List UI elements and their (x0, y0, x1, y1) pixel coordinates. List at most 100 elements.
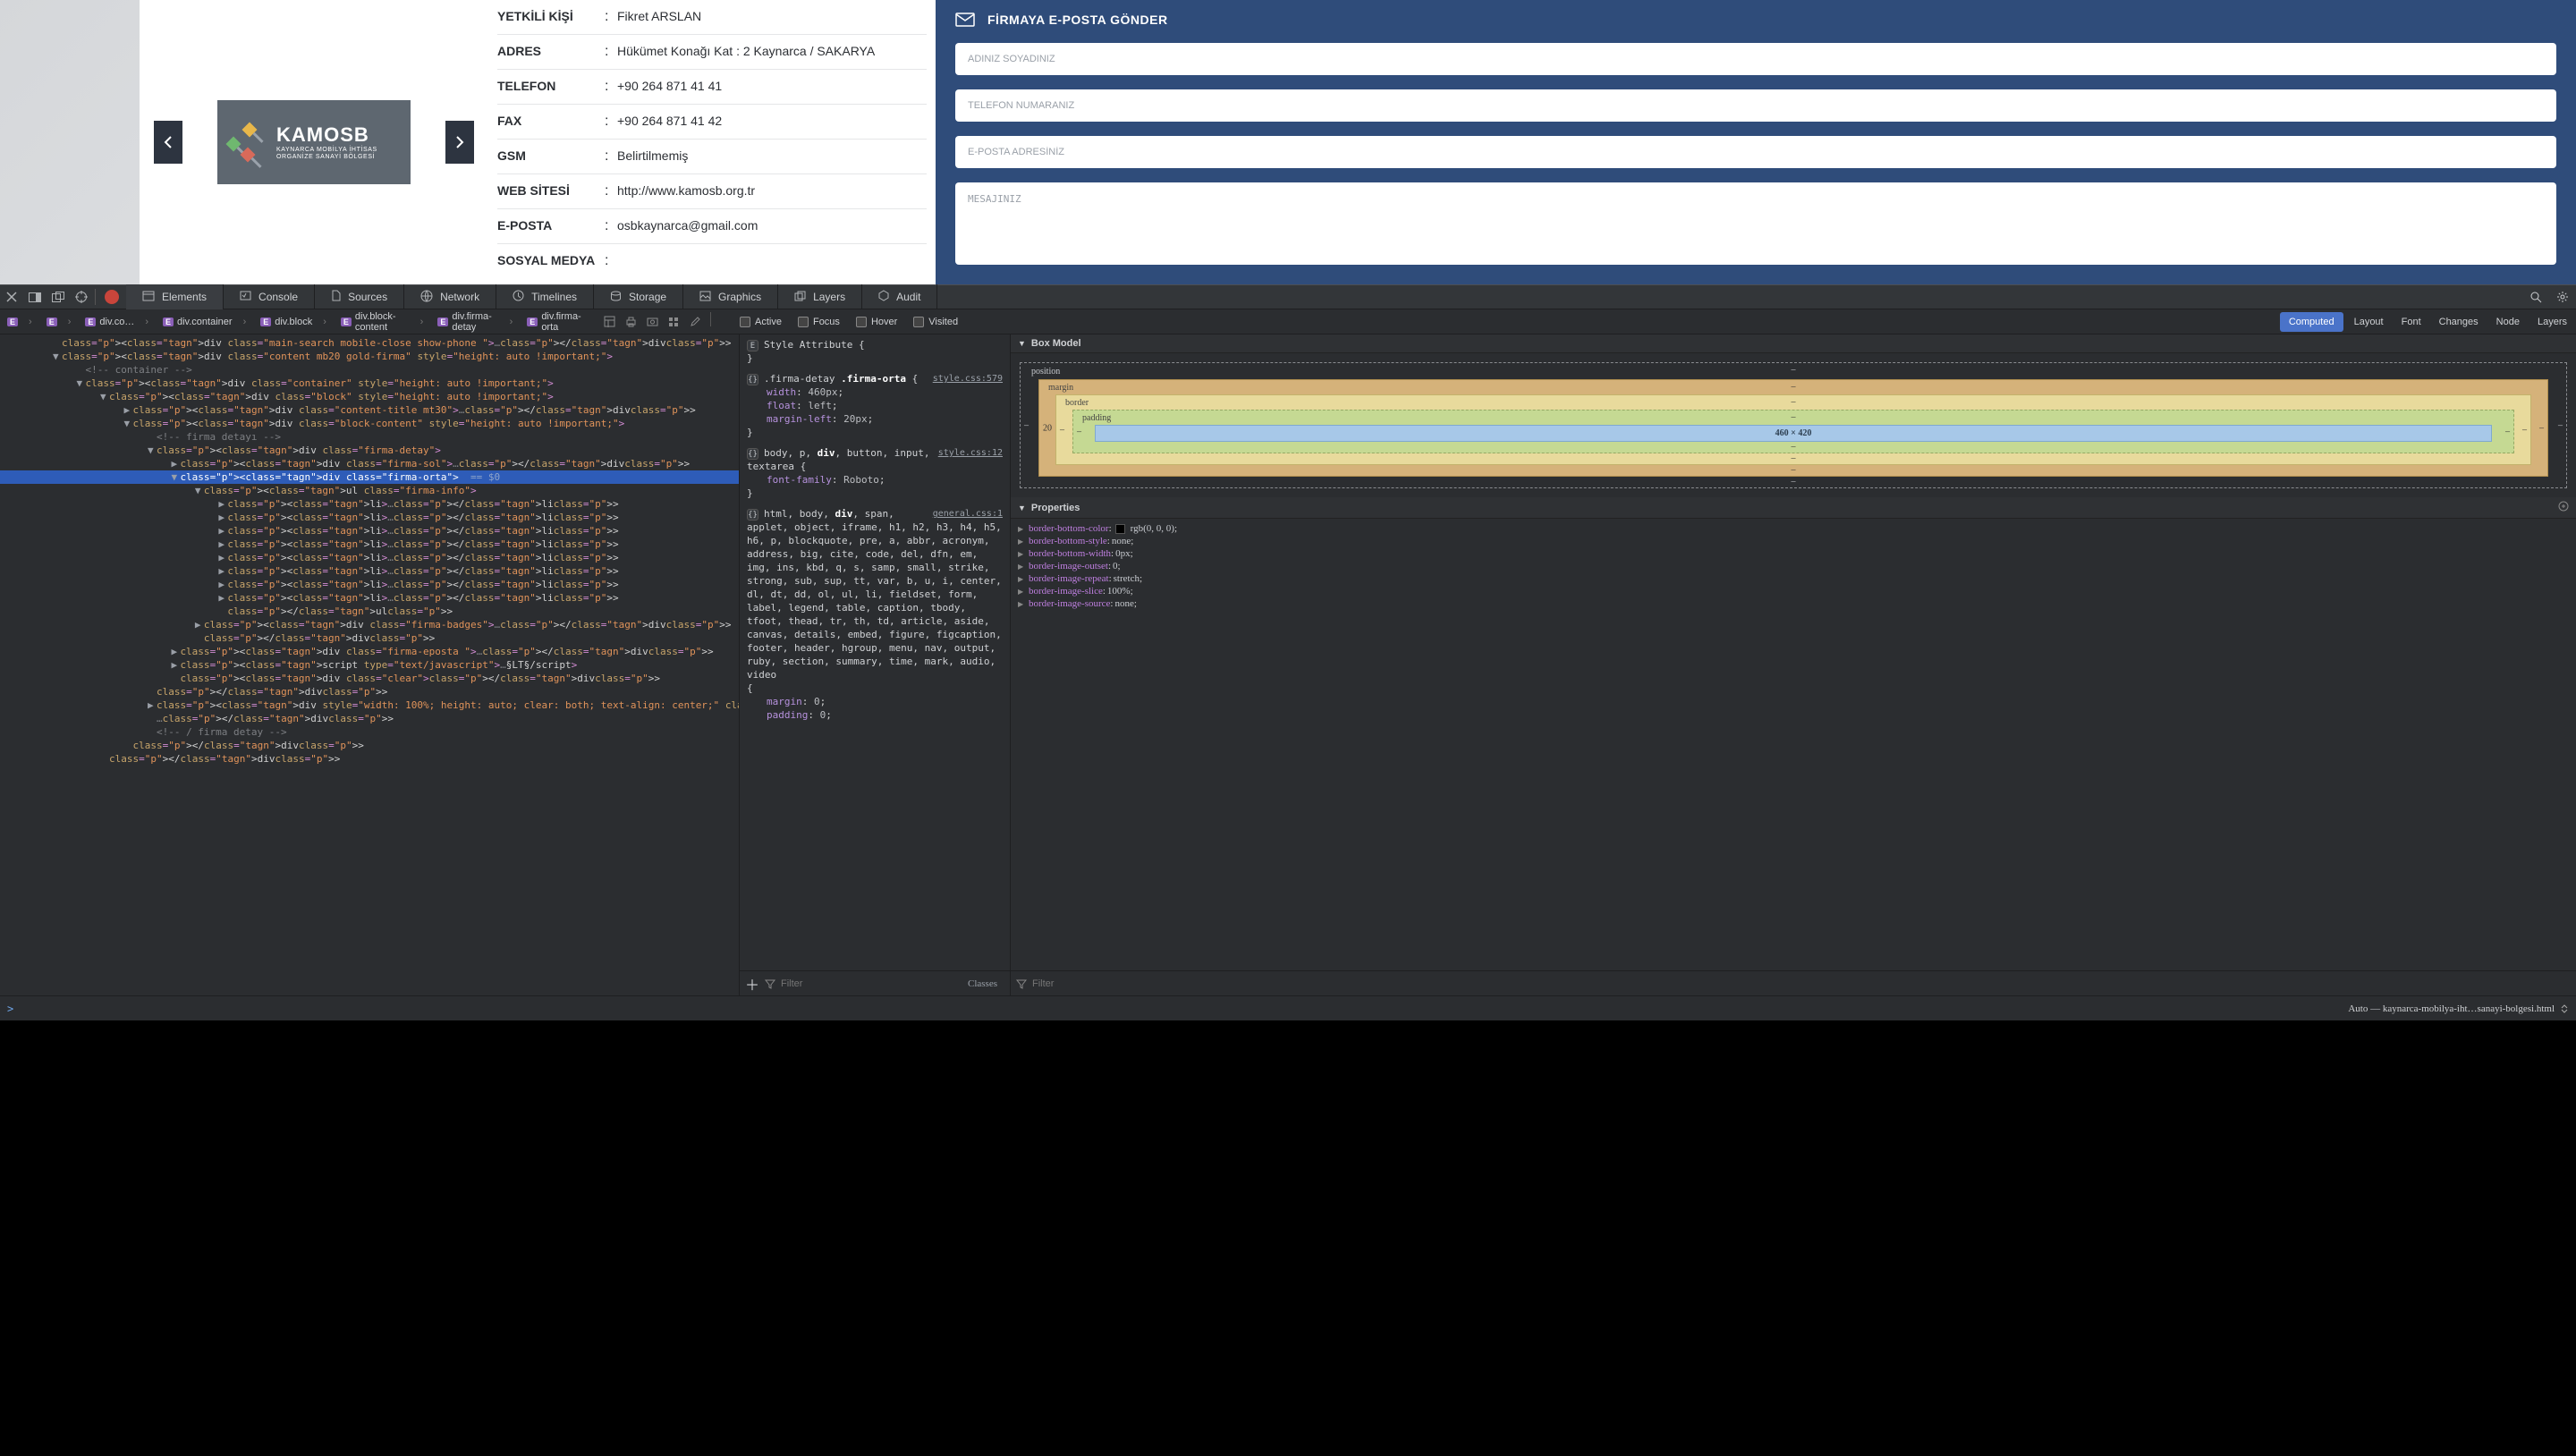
dom-node[interactable]: class="p"></class="tagn">divclass="p">> (0, 631, 739, 645)
breadcrumb-item[interactable]: Ediv.block-content (334, 309, 430, 334)
message-field[interactable] (955, 182, 2556, 265)
breadcrumb-item[interactable]: Ediv.firma-orta (520, 309, 592, 334)
styles-tab-layers[interactable]: Layers (2529, 309, 2576, 334)
dom-node[interactable]: ▶class="p"><class="tagn">li>…class="p"><… (0, 524, 739, 538)
new-rule-button[interactable]: ＋ (745, 973, 759, 995)
dom-node[interactable]: ▶class="p"><class="tagn">li>…class="p"><… (0, 578, 739, 591)
dom-node[interactable]: ▶class="p"><class="tagn">li>…class="p"><… (0, 551, 739, 564)
dom-node[interactable]: class="p"></class="tagn">divclass="p">> (0, 685, 739, 698)
styles-rules[interactable]: EStyle Attribute { } style.css:579{}.fir… (740, 334, 1010, 970)
dom-node[interactable]: class="p"></class="tagn">divclass="p">> (0, 739, 739, 752)
breadcrumb-item[interactable]: Ediv.container (156, 309, 253, 334)
console-context-label[interactable]: Auto — kaynarca-mobilya-iht…sanayi-bolge… (2348, 1003, 2569, 1014)
dom-node[interactable]: ▶class="p"><class="tagn">div class="firm… (0, 618, 739, 631)
tab-layers[interactable]: Layers (778, 284, 862, 309)
computed-property[interactable]: ▶border-bottom-width: 0px; (1018, 547, 2569, 560)
computed-property[interactable]: ▶border-image-slice: 100%; (1018, 585, 2569, 597)
dom-node[interactable]: ▼class="p"><class="tagn">div class="firm… (0, 444, 739, 457)
dom-node[interactable]: ▼class="p"><class="tagn">ul class="firma… (0, 484, 739, 497)
dom-node[interactable]: class="p"></class="tagn">ulclass="p">> (0, 605, 739, 618)
dom-node[interactable]: class="p"><class="tagn">div class="main-… (0, 336, 739, 350)
dom-node[interactable]: ▶class="p"><class="tagn">li>…class="p"><… (0, 538, 739, 551)
computed-property[interactable]: ▶border-image-outset: 0; (1018, 560, 2569, 572)
computed-property[interactable]: ▶border-image-repeat: stretch; (1018, 572, 2569, 585)
dom-node[interactable]: <!-- / firma detay --> (0, 725, 739, 739)
crumb-root[interactable]: E (0, 309, 39, 334)
carousel-prev-button[interactable] (154, 121, 182, 164)
source-link[interactable]: style.css:579 (933, 372, 1003, 385)
tab-console[interactable]: Console (224, 284, 315, 309)
error-badge[interactable] (105, 290, 119, 304)
computed-property[interactable]: ▶border-bottom-color: rgb(0, 0, 0); (1018, 522, 2569, 535)
tab-elements[interactable]: Elements (126, 284, 224, 309)
toggle-active[interactable]: Active (740, 317, 782, 327)
classes-toggle-button[interactable]: Classes (961, 977, 1004, 991)
dom-node[interactable]: ▶class="p"><class="tagn">script type="te… (0, 658, 739, 672)
computed-properties-list[interactable]: ▶border-bottom-color: rgb(0, 0, 0);▶bord… (1011, 519, 2576, 614)
tab-storage[interactable]: Storage (594, 284, 683, 309)
grid-icon[interactable] (664, 312, 683, 332)
console-strip[interactable]: > Auto — kaynarca-mobilya-iht…sanayi-bol… (0, 995, 2576, 1020)
computed-property[interactable]: ▶border-bottom-style: none; (1018, 535, 2569, 547)
dom-node[interactable]: …class="p"></class="tagn">divclass="p">> (0, 712, 739, 725)
styles-tab-node[interactable]: Node (2487, 309, 2529, 334)
dom-node[interactable]: ▶class="p"><class="tagn">li>…class="p"><… (0, 591, 739, 605)
dom-tree[interactable]: class="p"><class="tagn">div class="main-… (0, 334, 739, 995)
info-icon[interactable] (2558, 501, 2569, 514)
dom-node[interactable]: ▶class="p"><class="tagn">li>…class="p"><… (0, 564, 739, 578)
properties-header[interactable]: ▼Properties (1011, 497, 2576, 519)
carousel-next-button[interactable] (445, 121, 474, 164)
screenshot-icon[interactable] (642, 312, 662, 332)
info-row: E-POSTA:osbkaynarca@gmail.com (497, 209, 927, 244)
dom-node[interactable]: ▶class="p"><class="tagn">li>…class="p"><… (0, 511, 739, 524)
close-devtools-button[interactable] (0, 284, 23, 309)
phone-field[interactable] (955, 89, 2556, 122)
dom-node[interactable]: class="p"></class="tagn">divclass="p">> (0, 752, 739, 766)
dock-popout-button[interactable] (47, 284, 70, 309)
tab-audit[interactable]: Audit (862, 284, 937, 309)
computed-property[interactable]: ▶border-image-source: none; (1018, 597, 2569, 610)
styles-tab-layout[interactable]: Layout (2345, 309, 2393, 334)
dom-node[interactable]: class="p"><class="tagn">div class="clear… (0, 672, 739, 685)
toggle-hover[interactable]: Hover (856, 317, 897, 327)
box-model-header[interactable]: ▼Box Model (1011, 334, 2576, 353)
dom-node[interactable]: ▼class="p"><class="tagn">div class="bloc… (0, 417, 739, 430)
toggle-visited[interactable]: Visited (913, 317, 958, 327)
search-button[interactable] (2522, 292, 2549, 303)
dom-node[interactable]: ▼class="p"><class="tagn">div class="cont… (0, 350, 739, 363)
dom-node[interactable]: <!-- firma detayı --> (0, 430, 739, 444)
styles-tab-changes[interactable]: Changes (2430, 309, 2487, 334)
print-icon[interactable] (621, 312, 640, 332)
element-picker-button[interactable] (70, 284, 93, 309)
dom-node[interactable]: <!-- container --> (0, 363, 739, 377)
toggle-focus[interactable]: Focus (798, 317, 840, 327)
tab-network[interactable]: Network (404, 284, 496, 309)
tab-graphics[interactable]: Graphics (683, 284, 778, 309)
source-link[interactable]: style.css:12 (938, 446, 1003, 460)
dom-node[interactable]: ▶class="p"><class="tagn">div class="cont… (0, 403, 739, 417)
edit-icon[interactable] (685, 312, 705, 332)
email-field[interactable] (955, 136, 2556, 168)
layout-icon[interactable] (599, 312, 619, 332)
source-link[interactable]: general.css:1 (933, 507, 1003, 521)
dom-node[interactable]: ▶class="p"><class="tagn">div class="firm… (0, 457, 739, 470)
dom-node[interactable]: ▶class="p"><class="tagn">div class="firm… (0, 645, 739, 658)
breadcrumb-item[interactable]: Ediv.block (253, 309, 334, 334)
dom-node[interactable]: ▶class="p"><class="tagn">div style="widt… (0, 698, 739, 712)
tab-timelines[interactable]: Timelines (496, 284, 594, 309)
dom-node[interactable]: ▼class="p"><class="tagn">div class="firm… (0, 470, 739, 484)
crumb[interactable]: E (39, 309, 79, 334)
styles-tab-computed[interactable]: Computed (2280, 312, 2343, 332)
styles-filter-input[interactable] (781, 978, 955, 989)
breadcrumb-item[interactable]: Ediv.co… (78, 309, 156, 334)
dom-node[interactable]: ▼class="p"><class="tagn">div class="cont… (0, 377, 739, 390)
dom-node[interactable]: ▼class="p"><class="tagn">div class="bloc… (0, 390, 739, 403)
tab-sources[interactable]: Sources (315, 284, 404, 309)
breadcrumb-item[interactable]: Ediv.firma-detay (430, 309, 520, 334)
name-field[interactable] (955, 43, 2556, 75)
settings-button[interactable] (2549, 291, 2576, 303)
dom-node[interactable]: ▶class="p"><class="tagn">li>…class="p"><… (0, 497, 739, 511)
computed-filter-input[interactable] (1032, 978, 2571, 989)
styles-tab-font[interactable]: Font (2393, 309, 2430, 334)
dock-side-button[interactable] (23, 284, 47, 309)
